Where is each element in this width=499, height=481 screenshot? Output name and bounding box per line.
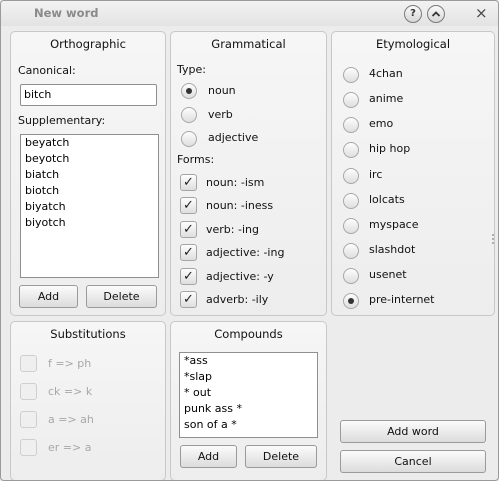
- new-word-dialog: New word ? × Orthographic Canonical: Sup…: [0, 0, 499, 481]
- etym-irc-radio[interactable]: [343, 168, 359, 184]
- supplementary-list[interactable]: beyatch beyotch biatch biotch biyatch bi…: [20, 134, 159, 278]
- form-label: noun: -iness: [206, 199, 274, 212]
- type-adjective-label: adjective: [208, 131, 259, 144]
- etym-label: myspace: [369, 218, 419, 231]
- list-item[interactable]: beyatch: [21, 135, 158, 151]
- substitution-label: er => a: [48, 441, 92, 454]
- supplementary-add-button[interactable]: Add: [19, 285, 78, 308]
- title-bar[interactable]: New word ? ×: [1, 1, 498, 26]
- list-item[interactable]: *slap: [180, 369, 317, 385]
- etym-usenet-radio[interactable]: [343, 268, 359, 284]
- compounds-list[interactable]: *ass *slap * out punk ass * son of a *: [179, 352, 318, 438]
- list-item[interactable]: *ass: [180, 353, 317, 369]
- substitution-checkbox[interactable]: [20, 383, 37, 400]
- supplementary-delete-button[interactable]: Delete: [86, 285, 157, 308]
- substitutions-panel: Substitutions f => ph ck => k a => ah er…: [10, 321, 166, 480]
- substitution-label: ck => k: [48, 385, 93, 398]
- form-label: verb: -ing: [206, 223, 259, 236]
- grammatical-panel: Grammatical Type: noun verb adjective Fo…: [170, 31, 327, 316]
- cancel-button[interactable]: Cancel: [340, 450, 486, 473]
- list-item[interactable]: * out: [180, 385, 317, 401]
- substitution-label: a => ah: [48, 413, 94, 426]
- etym-label: 4chan: [369, 67, 403, 80]
- etym-label: lolcats: [369, 193, 405, 206]
- etym-hip-hop-radio[interactable]: [343, 142, 359, 158]
- etym-pre-internet-radio[interactable]: [343, 293, 359, 309]
- form-noun-iness-checkbox[interactable]: ✓: [180, 197, 197, 214]
- list-item[interactable]: biatch: [21, 167, 158, 183]
- grammatical-title: Grammatical: [211, 37, 286, 51]
- compounds-add-button[interactable]: Add: [180, 445, 237, 468]
- substitution-checkbox[interactable]: [20, 439, 37, 456]
- substitution-label: f => ph: [48, 357, 92, 370]
- orthographic-title: Orthographic: [50, 37, 126, 51]
- list-item[interactable]: son of a *: [180, 417, 317, 433]
- etym-myspace-radio[interactable]: [343, 218, 359, 234]
- form-label: noun: -ism: [206, 176, 265, 189]
- list-item[interactable]: biyatch: [21, 199, 158, 215]
- list-item[interactable]: beyotch: [21, 151, 158, 167]
- etym-emo-radio[interactable]: [343, 117, 359, 133]
- etym-label: pre-internet: [369, 293, 435, 306]
- chevron-up-icon: [431, 11, 441, 17]
- close-icon[interactable]: ×: [475, 4, 488, 22]
- type-label: Type:: [177, 63, 206, 76]
- orthographic-panel: Orthographic Canonical: Supplementary: b…: [10, 31, 166, 316]
- etym-label: emo: [369, 117, 394, 130]
- etymological-panel: Etymological 4chan anime emo hip hop irc…: [331, 31, 495, 316]
- substitution-checkbox[interactable]: [20, 411, 37, 428]
- etym-label: hip hop: [369, 142, 411, 155]
- forms-label: Forms:: [177, 153, 215, 166]
- compounds-panel: Compounds *ass *slap * out punk ass * so…: [170, 321, 327, 480]
- window-title: New word: [34, 6, 99, 20]
- collapse-icon[interactable]: [427, 5, 445, 23]
- etym-anime-radio[interactable]: [343, 92, 359, 108]
- etym-lolcats-radio[interactable]: [343, 193, 359, 209]
- etym-4chan-radio[interactable]: [343, 67, 359, 83]
- form-adjective-y-checkbox[interactable]: ✓: [180, 268, 197, 285]
- help-icon[interactable]: ?: [404, 5, 422, 23]
- list-item[interactable]: biotch: [21, 183, 158, 199]
- type-adjective-radio[interactable]: [181, 131, 197, 147]
- form-noun-ism-checkbox[interactable]: ✓: [180, 174, 197, 191]
- form-adjective-ing-checkbox[interactable]: ✓: [180, 244, 197, 261]
- compounds-title: Compounds: [214, 327, 283, 341]
- etym-label: usenet: [369, 268, 407, 281]
- add-word-button[interactable]: Add word: [340, 420, 486, 443]
- substitutions-title: Substitutions: [50, 327, 126, 341]
- etymological-title: Etymological: [375, 37, 451, 51]
- etym-label: irc: [369, 168, 383, 181]
- form-label: adjective: -y: [206, 270, 274, 283]
- list-item[interactable]: punk ass *: [180, 401, 317, 417]
- canonical-field[interactable]: [20, 84, 157, 106]
- canonical-input[interactable]: [21, 85, 152, 104]
- etym-slashdot-radio[interactable]: [343, 243, 359, 259]
- list-item[interactable]: biyotch: [21, 215, 158, 231]
- form-label: adverb: -ily: [206, 293, 269, 306]
- supplementary-label: Supplementary:: [18, 114, 106, 127]
- type-noun-label: noun: [208, 84, 236, 97]
- type-verb-radio[interactable]: [181, 107, 197, 123]
- form-label: adjective: -ing: [206, 246, 285, 259]
- substitution-checkbox[interactable]: [20, 355, 37, 372]
- canonical-label: Canonical:: [18, 64, 76, 77]
- type-noun-radio[interactable]: [181, 83, 197, 99]
- resize-grip[interactable]: [492, 234, 496, 244]
- etym-label: anime: [369, 92, 404, 105]
- form-verb-ing-checkbox[interactable]: ✓: [180, 221, 197, 238]
- form-adverb-ily-checkbox[interactable]: ✓: [180, 291, 197, 308]
- compounds-delete-button[interactable]: Delete: [245, 445, 317, 468]
- etym-label: slashdot: [369, 243, 416, 256]
- type-verb-label: verb: [208, 108, 233, 121]
